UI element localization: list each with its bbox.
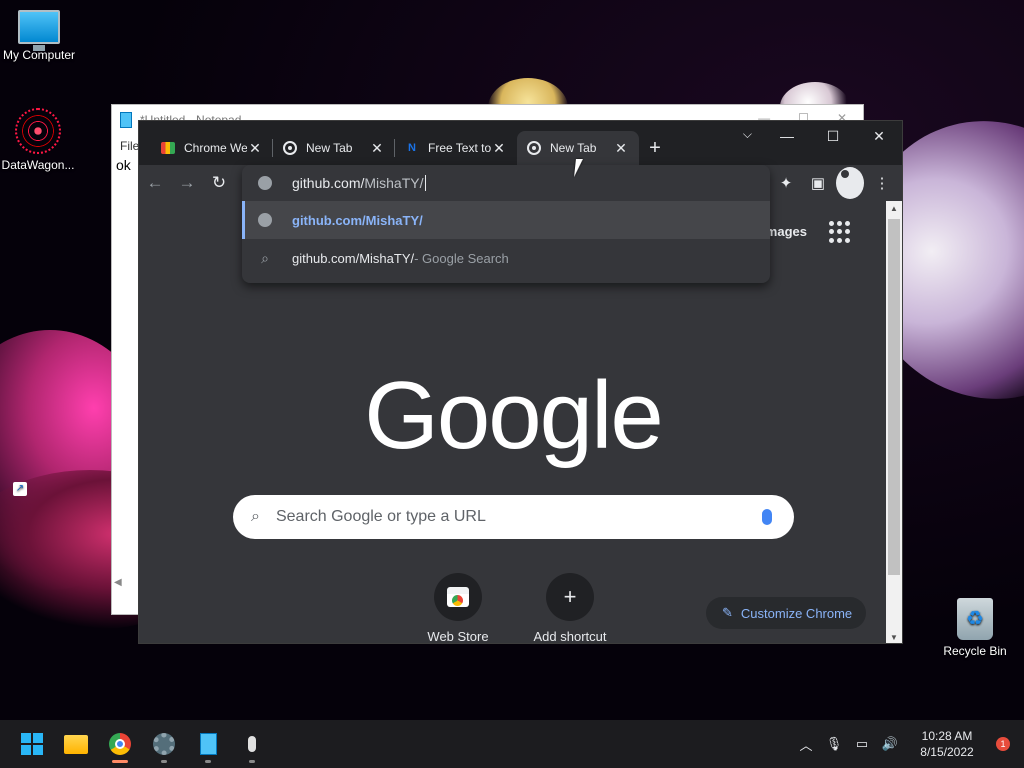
shortcut-label: Add shortcut [533,629,607,644]
notepad-icon [199,733,217,755]
shortcut-web-store[interactable]: Web Store [413,573,503,644]
forward-button[interactable]: → [171,167,203,199]
back-button[interactable]: ← [139,167,171,199]
google-logo: Google [364,362,664,469]
system-tray: ︿ 🎙 ▭ 🔊 10:28 AM 8/15/2022 1 [792,720,1024,768]
search-placeholder: Search Google or type a URL [275,508,486,525]
tab-chrome-web-store[interactable]: Chrome Web Store ✕ [151,131,273,165]
mandala-shortcut-icon: ↗ [13,108,61,496]
close-icon[interactable]: ✕ [369,140,385,157]
gear-icon [153,733,175,755]
chrome-icon [283,141,297,155]
desktop-icon-datawagon[interactable]: ↗ DataWagon... [0,108,80,496]
taskbar-voice-recorder[interactable] [230,724,274,764]
microphone-icon [248,736,256,752]
desktop-icon-label: DataWagon... [1,158,75,172]
search-icon: ⌕ [261,249,269,266]
profile-button[interactable] [836,167,864,199]
taskbar-chrome[interactable] [98,724,142,764]
suggestion-url[interactable]: github.com/MishaTY/ [242,201,770,239]
ntp-search-box[interactable]: ⌕ Search Google or type a URL [233,495,794,539]
window-controls: — ☐ ✕ [764,121,902,151]
customize-chrome-button[interactable]: ✎ Customize Chrome [706,597,867,629]
new-tab-button[interactable]: + [639,131,671,165]
address-bar-input[interactable]: github.com/MishaTY/ [242,165,770,201]
scrollbar-thumb[interactable] [888,219,900,575]
address-typed-path: MishaTY/ [364,175,424,191]
minimize-button[interactable]: — [764,121,810,151]
microphone-in-use-icon[interactable]: 🎙 [820,736,848,752]
scroll-up-arrow-icon[interactable]: ▲ [886,204,902,213]
apps-grid-icon[interactable] [829,221,851,243]
extensions-puzzle-icon[interactable]: ✦ [772,167,800,199]
scroll-left-arrow-icon[interactable]: ◀ [114,577,122,588]
taskbar-file-explorer[interactable] [54,724,98,764]
text-caret [424,175,426,191]
recycle-bin-icon: ♻ [957,598,993,640]
plus-icon: + [649,136,661,159]
chrome-icon [527,141,541,155]
search-icon: ⌕ [251,508,260,525]
address-typed-host: github.com/ [292,175,365,191]
plus-icon: + [563,584,577,609]
maximize-button[interactable]: ☐ [810,121,856,151]
tab-new-tab[interactable]: New Tab ✕ [273,131,395,165]
toolbar-actions: ✦ ▣ ⋮ [772,167,896,199]
shortcut-label: Web Store [427,629,489,644]
taskbar-notepad[interactable] [186,724,230,764]
clock-time: 10:28 AM [921,729,973,743]
tab-label: Free Text to Speech [428,141,491,155]
globe-icon [258,176,272,190]
avatar-icon [836,167,864,199]
close-icon[interactable]: ✕ [247,140,263,157]
web-store-icon [447,587,469,607]
clock-date: 8/15/2022 [920,745,974,759]
tab-strip: Chrome Web Store ✕ New Tab ✕ N Free Text… [139,121,902,165]
pencil-icon: ✎ [722,605,733,620]
tab-label: Chrome Web Store [184,141,247,155]
reload-button[interactable]: ↻ [203,167,235,199]
tab-label: New Tab [306,141,353,155]
omnibox-dropdown: github.com/MishaTY/ github.com/MishaTY/ … [242,165,770,283]
volume-icon[interactable]: 🔊 [876,736,904,752]
chevron-up-icon[interactable]: ︿ [792,735,820,754]
web-store-icon [161,141,175,155]
suggestion-text: github.com/MishaTY/ [292,212,423,228]
tab-label: New Tab [550,141,597,155]
taskbar-settings[interactable] [142,724,186,764]
n-logo-icon: N [408,142,416,154]
chrome-icon [109,733,131,755]
microphone-icon[interactable] [762,509,772,525]
suggestion-suffix: - Google Search [414,250,509,266]
shortcut-add[interactable]: + Add shortcut [525,573,615,644]
notepad-menu-file[interactable]: File [120,139,139,153]
desktop-icon-my-computer[interactable]: My Computer [0,10,81,62]
tab-search-chevron-icon[interactable]: ⌵ [743,127,752,142]
folder-icon [64,734,88,754]
close-icon[interactable]: ✕ [491,140,507,157]
windows-logo-icon [21,733,43,755]
close-icon[interactable]: ✕ [613,140,629,157]
start-button[interactable] [10,724,54,764]
tab-free-text-to-speech[interactable]: N Free Text to Speech ✕ [395,131,517,165]
notification-badge[interactable]: 1 [996,737,1010,751]
scroll-down-arrow-icon[interactable]: ▼ [886,633,902,642]
chrome-window[interactable]: Chrome Web Store ✕ New Tab ✕ N Free Text… [138,120,903,644]
network-icon[interactable]: ▭ [848,736,876,752]
side-panel-icon[interactable]: ▣ [804,167,832,199]
monitor-icon [18,10,60,51]
menu-kebab-icon[interactable]: ⋮ [868,167,896,199]
taskbar: ︿ 🎙 ▭ 🔊 10:28 AM 8/15/2022 1 [0,720,1024,768]
close-window-button[interactable]: ✕ [856,121,902,151]
globe-icon [258,213,272,227]
page-scrollbar[interactable]: ▲ ▼ [886,201,902,643]
notepad-icon [120,112,132,128]
desktop-icon-recycle-bin[interactable]: ♻ Recycle Bin [933,598,1017,658]
customize-label: Customize Chrome [740,605,853,621]
desktop-icon-label: Recycle Bin [943,644,1007,658]
clock[interactable]: 10:28 AM 8/15/2022 [904,728,990,760]
suggestion-search[interactable]: ⌕ github.com/MishaTY/ - Google Search [242,239,770,277]
suggestion-text: github.com/MishaTY/ [292,250,415,266]
notepad-content[interactable]: ok [116,157,131,173]
